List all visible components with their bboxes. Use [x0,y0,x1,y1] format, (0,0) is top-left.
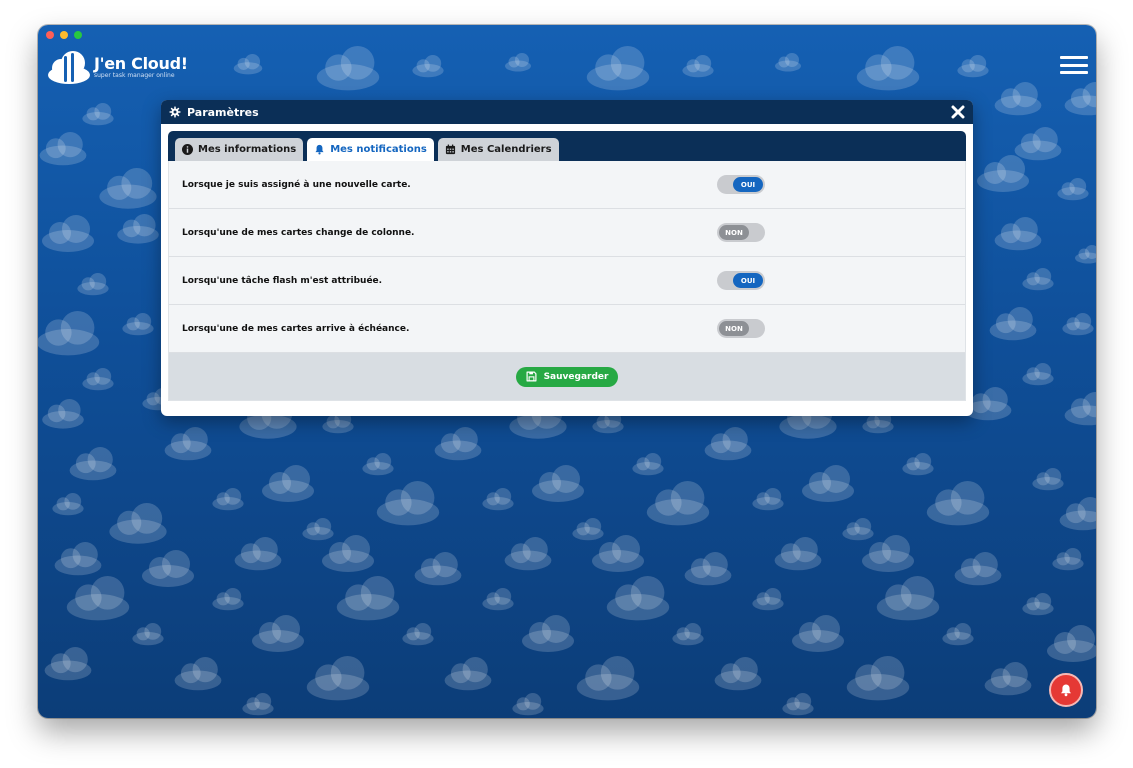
bell-icon [315,144,324,155]
notification-label: Lorsque je suis assigné à une nouvelle c… [182,179,411,190]
menu-hamburger-icon[interactable] [1060,56,1088,74]
settings-modal: Paramètres Mes informations Mes notifica… [161,100,973,416]
info-circle-icon [182,144,193,155]
tab-mes-calendriers[interactable]: Mes Calendriers [437,138,559,161]
notification-label: Lorsqu'une de mes cartes arrive à échéan… [182,323,410,334]
notifications-panel: Lorsque je suis assigné à une nouvelle c… [168,161,966,401]
logo-title: J'en Cloud! [94,54,188,73]
notification-toggle[interactable]: NON [717,319,765,338]
modal-footer: Sauvegarder [169,353,965,400]
notification-row: Lorsque je suis assigné à une nouvelle c… [169,161,965,209]
calendar-icon [445,144,455,155]
logo-subtitle: super task manager online [94,72,175,79]
window-controls [46,31,82,39]
notification-label: Lorsqu'une tâche flash m'est attribuée. [182,275,383,286]
close-icon[interactable] [951,105,965,119]
maximize-window-button[interactable] [74,31,82,39]
bell-icon [1061,684,1071,697]
close-window-button[interactable] [46,31,54,39]
cloud-logo-icon [48,51,90,84]
tab-mes-notifications[interactable]: Mes notifications [307,138,434,161]
notification-bell-button[interactable] [1049,673,1083,707]
tab-label: Mes notifications [330,144,427,155]
toggle-state: OUI [733,177,763,192]
toggle-state: NON [719,321,749,336]
tab-bar: Mes informations Mes notifications Mes C… [168,131,966,161]
notification-row: Lorsqu'une de mes cartes arrive à échéan… [169,305,965,353]
app-window: J'en Cloud! super task manager online Pa… [38,25,1096,718]
toggle-state: OUI [733,273,763,288]
tab-label: Mes Calendriers [460,144,552,155]
save-button-label: Sauvegarder [543,371,609,382]
notification-toggle[interactable]: NON [717,223,765,242]
notification-toggle[interactable]: OUI [717,175,765,194]
save-button[interactable]: Sauvegarder [515,366,619,387]
modal-header: Paramètres [161,100,973,124]
notification-row: Lorsqu'une de mes cartes change de colon… [169,209,965,257]
modal-title: Paramètres [187,105,259,119]
tab-label: Mes informations [198,144,297,155]
toggle-state: NON [719,225,749,240]
tab-mes-informations[interactable]: Mes informations [175,138,304,161]
app-logo[interactable]: J'en Cloud! super task manager online [46,47,188,87]
notification-row: Lorsqu'une tâche flash m'est attribuée. … [169,257,965,305]
gear-icon [169,106,181,118]
notification-label: Lorsqu'une de mes cartes change de colon… [182,227,415,238]
minimize-window-button[interactable] [60,31,68,39]
floppy-disk-icon [526,371,537,382]
notification-toggle[interactable]: OUI [717,271,765,290]
